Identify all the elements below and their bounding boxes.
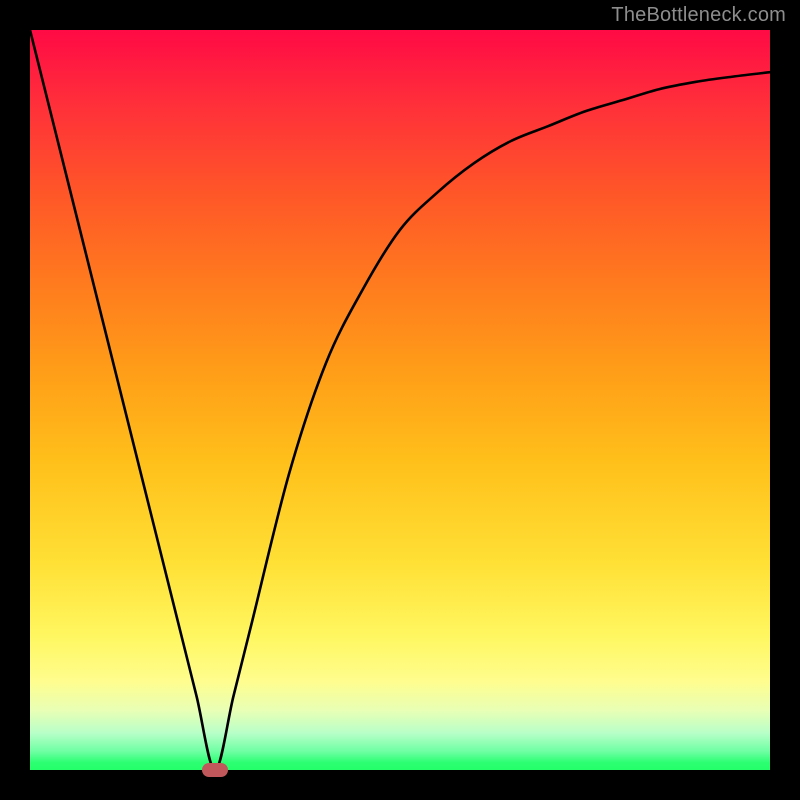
- optimal-marker: [202, 763, 228, 777]
- plot-area: [30, 30, 770, 770]
- bottleneck-curve: [30, 30, 770, 770]
- chart-frame: TheBottleneck.com: [0, 0, 800, 800]
- watermark-text: TheBottleneck.com: [611, 4, 786, 27]
- curve-svg: [30, 30, 770, 770]
